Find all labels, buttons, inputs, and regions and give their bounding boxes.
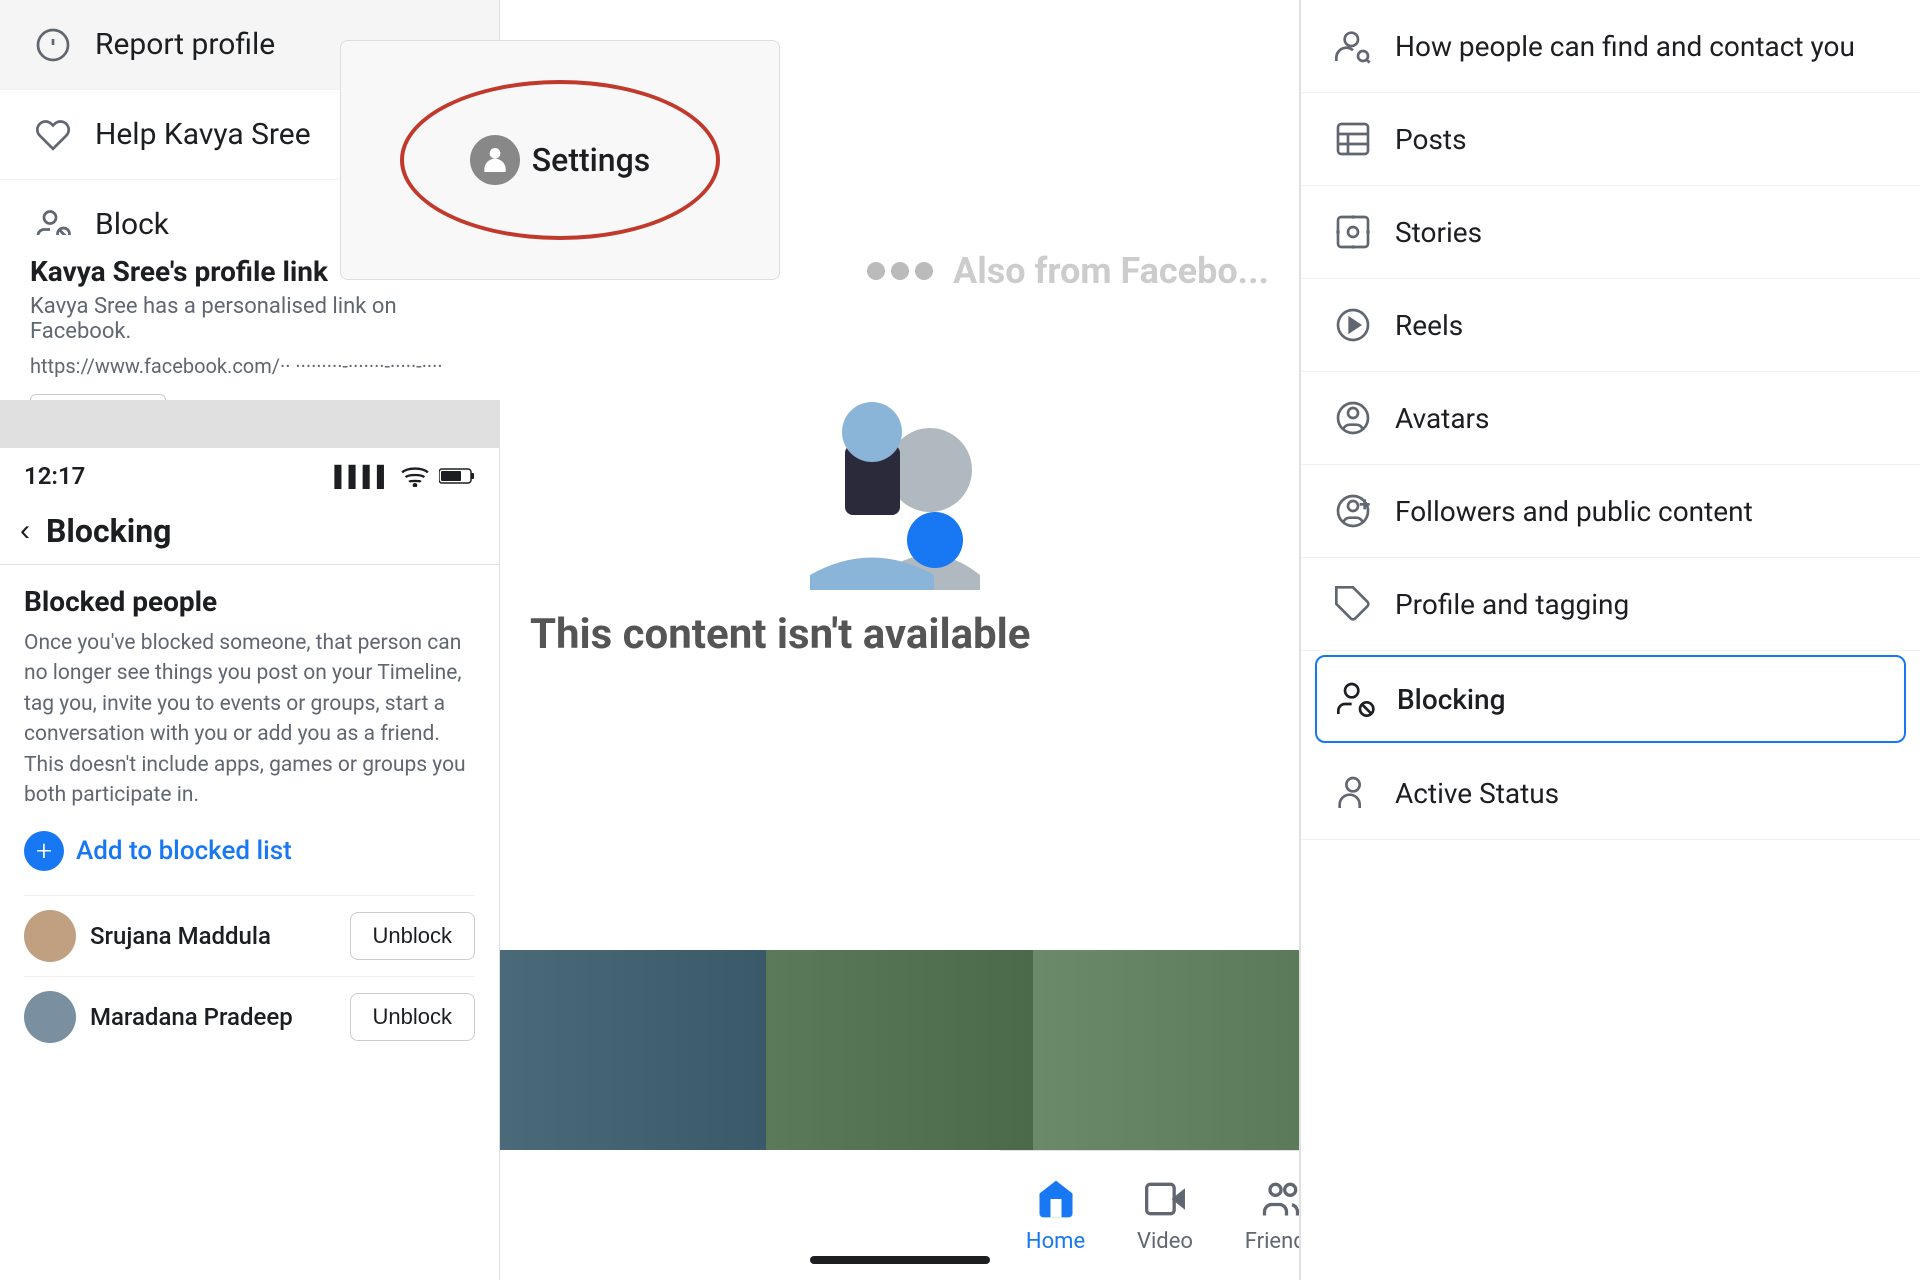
- bottom-navigation: Home Video Friends: [1000, 1150, 1300, 1280]
- active-status-icon: [1331, 771, 1375, 815]
- active-status-label: Active Status: [1395, 777, 1559, 810]
- content-unavailable-text: This content isn't available: [500, 610, 1299, 659]
- settings-avatars-item[interactable]: Avatars: [1301, 372, 1920, 465]
- also-from-facebook-text: Also from Facebo...: [953, 250, 1269, 292]
- blocked-user-name-2: Maradana Pradeep: [90, 1003, 336, 1031]
- settings-posts-item[interactable]: Posts: [1301, 93, 1920, 186]
- stories-icon: [1331, 210, 1375, 254]
- settings-reels-item[interactable]: Reels: [1301, 279, 1920, 372]
- user-avatar-srujana: [24, 910, 76, 962]
- signal-icon: ▌▌▌▌: [334, 464, 391, 489]
- plus-icon: +: [24, 831, 64, 871]
- friends-nav-icon: [1259, 1177, 1300, 1221]
- settings-circle: Settings: [400, 80, 720, 240]
- friends-nav-label: Friends: [1245, 1229, 1300, 1254]
- settings-blocking-item[interactable]: Blocking: [1315, 655, 1906, 743]
- blocked-user-row-2: Maradana Pradeep Unblock: [24, 976, 475, 1057]
- home-nav-label: Home: [1026, 1229, 1085, 1254]
- posts-icon: [1331, 117, 1375, 161]
- battery-icon: [439, 467, 475, 485]
- settings-overlay: Settings: [340, 40, 780, 280]
- blocked-illustration: [790, 390, 1010, 590]
- photo-strip: [500, 950, 1299, 1150]
- add-blocked-label: Add to blocked list: [76, 836, 292, 866]
- blocked-people-description: Once you've blocked someone, that person…: [24, 628, 475, 811]
- blocked-people-title: Blocked people: [24, 585, 475, 618]
- settings-stories-item[interactable]: Stories: [1301, 186, 1920, 279]
- status-icons: ▌▌▌▌: [334, 464, 475, 489]
- how-people-item: How people can find and contact you: [1301, 0, 1920, 93]
- unblock-button-1[interactable]: Unblock: [350, 912, 475, 960]
- settings-followers-item[interactable]: Followers and public content: [1301, 465, 1920, 558]
- person-search-icon: [1331, 24, 1375, 68]
- time-display: 12:17: [24, 462, 85, 490]
- profile-link-subtitle: Kavya Sree has a personalised link on Fa…: [30, 294, 470, 344]
- reels-label: Reels: [1395, 309, 1463, 342]
- how-people-label: How people can find and contact you: [1395, 30, 1855, 63]
- avatars-icon: [1331, 396, 1375, 440]
- followers-icon: [1331, 489, 1375, 533]
- settings-profile-tagging-item[interactable]: Profile and tagging: [1301, 558, 1920, 651]
- nav-home[interactable]: Home: [1016, 1177, 1095, 1254]
- alert-icon: [30, 22, 75, 67]
- user-avatar-maradana: [24, 991, 76, 1043]
- blocking-title: Blocking: [46, 512, 171, 550]
- phone-blocking-section: 12:17 ▌▌▌▌ ‹ Blocking Blocked people Onc…: [0, 448, 500, 1280]
- video-nav-icon: [1143, 1177, 1187, 1221]
- status-bar: 12:17 ▌▌▌▌: [0, 448, 499, 498]
- nav-friends[interactable]: Friends: [1235, 1177, 1300, 1254]
- wifi-icon: [401, 465, 429, 487]
- nav-video[interactable]: Video: [1127, 1177, 1203, 1254]
- posts-label: Posts: [1395, 123, 1467, 156]
- blocking-settings-label: Blocking: [1397, 683, 1506, 716]
- video-nav-label: Video: [1137, 1229, 1193, 1254]
- settings-label: Settings: [532, 141, 650, 179]
- followers-label: Followers and public content: [1395, 495, 1753, 528]
- home-nav-icon: [1034, 1177, 1078, 1221]
- stories-label: Stories: [1395, 216, 1482, 249]
- blocked-people-section: Blocked people Once you've blocked someo…: [0, 565, 499, 1077]
- avatars-label: Avatars: [1395, 402, 1490, 435]
- back-button[interactable]: ‹: [20, 514, 30, 548]
- add-to-blocked-list-button[interactable]: + Add to blocked list: [24, 831, 475, 871]
- reels-icon: [1331, 303, 1375, 347]
- home-indicator: [810, 1256, 990, 1264]
- profile-link-url: https://www.facebook.com/·· ·········-··…: [30, 354, 470, 378]
- gray-divider: [0, 400, 500, 448]
- blocked-user-name-1: Srujana Maddula: [90, 922, 336, 950]
- profile-tagging-label: Profile and tagging: [1395, 588, 1629, 621]
- profile-tagging-icon: [1331, 582, 1375, 626]
- blocking-header: ‹ Blocking: [0, 498, 499, 565]
- settings-active-status-item[interactable]: Active Status: [1301, 747, 1920, 840]
- report-profile-label: Report profile: [95, 27, 275, 62]
- help-label: Help Kavya Sree: [95, 117, 311, 152]
- blocking-settings-icon: [1333, 677, 1377, 721]
- settings-avatar: [470, 135, 520, 185]
- settings-sidebar: How people can find and contact you Post…: [1300, 0, 1920, 1280]
- blocked-user-row: Srujana Maddula Unblock: [24, 895, 475, 976]
- unblock-button-2[interactable]: Unblock: [350, 993, 475, 1041]
- heart-icon: [30, 112, 75, 157]
